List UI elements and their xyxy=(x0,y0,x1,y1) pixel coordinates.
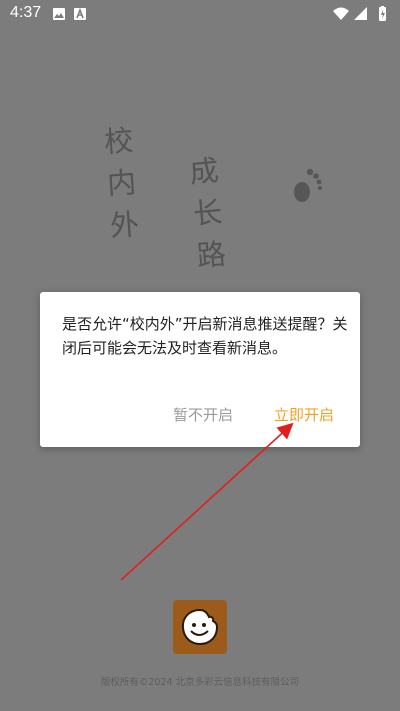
a-icon xyxy=(74,7,86,20)
slogan-line-2: 成长路 xyxy=(188,152,230,274)
signal-icon xyxy=(354,7,367,20)
deny-button[interactable]: 暂不开启 xyxy=(173,404,233,425)
notification-permission-dialog: 是否允许“校内外”开启新消息推送提醒？关闭后可能会无法及时查看新消息。 暂不开启… xyxy=(40,292,360,447)
status-time: 4:37 xyxy=(10,4,42,21)
gallery-icon xyxy=(53,8,65,20)
allow-button[interactable]: 立即开启 xyxy=(274,404,334,425)
wifi-icon xyxy=(333,7,349,20)
app-logo xyxy=(173,600,227,654)
status-bar: 4:37 xyxy=(0,0,400,28)
battery-icon xyxy=(379,6,386,21)
copyright-text: 版权所有©2024 北京多彩云信息科技有限公司 xyxy=(100,677,300,688)
slogan-line-1: 校内外 xyxy=(103,123,143,243)
status-icons-right xyxy=(333,6,386,21)
dialog-message: 是否允许“校内外”开启新消息推送提醒？关闭后可能会无法及时查看新消息。 xyxy=(62,315,348,357)
footprint-icon xyxy=(294,168,322,202)
smiley-face-icon xyxy=(181,608,219,646)
